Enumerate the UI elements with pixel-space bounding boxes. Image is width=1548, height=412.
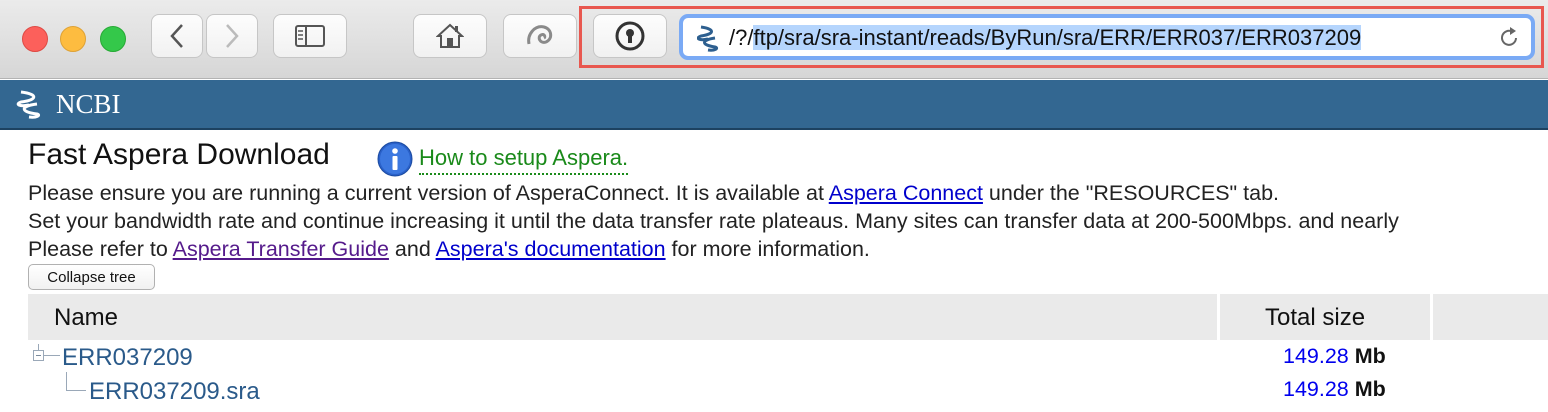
tree-connector bbox=[66, 372, 67, 390]
browser-toolbar: /?/ftp/sra/sra-instant/reads/ByRun/sra/E… bbox=[0, 0, 1548, 79]
ncbi-logo-icon[interactable] bbox=[16, 89, 42, 119]
chevron-left-icon bbox=[170, 24, 183, 48]
line1-suffix: under the "RESOURCES" tab. bbox=[982, 181, 1280, 205]
ncbi-helix-icon bbox=[697, 25, 719, 52]
aspera-documentation-link[interactable]: Aspera's documentation bbox=[436, 237, 666, 261]
setup-aspera-link[interactable]: How to setup Aspera. bbox=[419, 145, 629, 175]
size-value: 149.28 bbox=[1283, 377, 1349, 401]
line3-and: and bbox=[388, 237, 436, 261]
intro-line-3: Please refer to Aspera Transfer Guide an… bbox=[28, 237, 870, 262]
sidebar-icon bbox=[295, 25, 325, 47]
address-bar[interactable]: /?/ftp/sra/sra-instant/reads/ByRun/sra/E… bbox=[679, 14, 1535, 60]
aspera-transfer-guide-link[interactable]: Aspera Transfer Guide bbox=[173, 237, 389, 261]
tree-expander-icon[interactable] bbox=[33, 350, 44, 361]
shell-icon bbox=[527, 25, 553, 45]
tree-folder-name[interactable]: ERR037209 bbox=[62, 344, 193, 372]
column-divider bbox=[1430, 294, 1433, 340]
minimize-window-button[interactable] bbox=[60, 26, 86, 52]
tree-file-name[interactable]: ERR037209.sra bbox=[89, 378, 260, 406]
line1-text: Please ensure you are running a current … bbox=[28, 181, 829, 205]
aspera-connect-link[interactable]: Aspera Connect bbox=[829, 181, 983, 205]
size-unit: Mb bbox=[1354, 377, 1386, 401]
column-header-size[interactable]: Total size bbox=[1265, 304, 1365, 332]
table-header: Name Total size bbox=[28, 294, 1548, 340]
file-size: 149.28 Mb bbox=[1283, 377, 1386, 402]
url-prefix: /?/ bbox=[729, 25, 754, 50]
zoom-window-button[interactable] bbox=[100, 26, 126, 52]
page-title: Fast Aspera Download bbox=[28, 138, 330, 171]
home-button[interactable] bbox=[413, 14, 487, 58]
ncbi-header: NCBI bbox=[0, 80, 1548, 130]
intro-line-2: Set your bandwidth rate and continue inc… bbox=[28, 209, 1399, 233]
line3-text: Please refer to bbox=[28, 237, 173, 261]
info-icon[interactable] bbox=[377, 141, 413, 177]
chevron-right-icon bbox=[226, 24, 239, 48]
size-unit: Mb bbox=[1354, 344, 1386, 368]
line3-suffix: for more information. bbox=[665, 237, 870, 261]
close-window-button[interactable] bbox=[22, 26, 48, 52]
forward-button[interactable] bbox=[206, 14, 258, 58]
reload-icon[interactable] bbox=[1497, 26, 1521, 50]
column-divider bbox=[1217, 294, 1220, 340]
url-text[interactable]: /?/ftp/sra/sra-instant/reads/ByRun/sra/E… bbox=[729, 25, 1362, 51]
home-icon bbox=[436, 23, 464, 48]
sidebar-toggle-button[interactable] bbox=[273, 14, 347, 58]
ncbi-logo-text[interactable]: NCBI bbox=[56, 89, 121, 120]
tree-connector bbox=[66, 390, 86, 391]
back-button[interactable] bbox=[151, 14, 203, 58]
intro-line-1: Please ensure you are running a current … bbox=[28, 181, 1279, 206]
url-selected-text: ftp/sra/sra-instant/reads/ByRun/sra/ERR/… bbox=[753, 25, 1362, 50]
folder-size: 149.28 Mb bbox=[1283, 344, 1386, 369]
column-header-name[interactable]: Name bbox=[54, 304, 118, 332]
tree-connector bbox=[44, 355, 60, 356]
size-value: 149.28 bbox=[1283, 344, 1349, 368]
collapse-tree-button[interactable]: Collapse tree bbox=[28, 264, 155, 290]
extension-button[interactable] bbox=[503, 14, 577, 58]
